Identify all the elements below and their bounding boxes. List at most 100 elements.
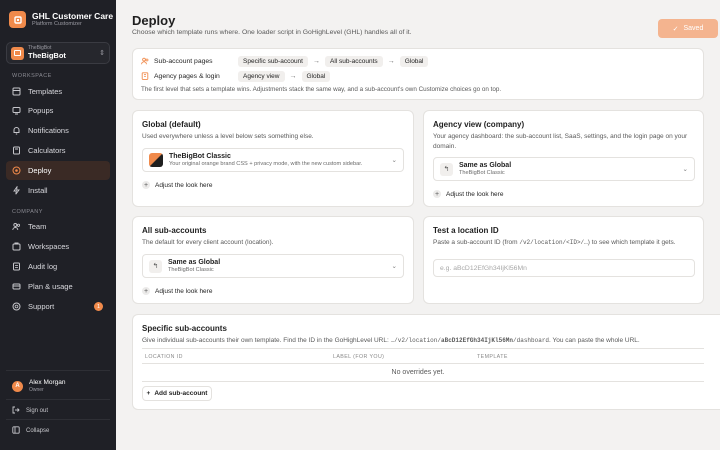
column-header-label: LABEL (FOR YOU) (333, 354, 385, 360)
global-template-select[interactable]: TheBigBot Classic Your original orange b… (142, 148, 404, 172)
check-icon: ✓ (672, 25, 679, 33)
flow-step: Global (399, 56, 429, 67)
plan-icon (12, 282, 21, 291)
sidebar-item-notifications[interactable]: Notifications (6, 121, 110, 140)
flow-step: Global (301, 71, 331, 82)
select-title: TheBigBot Classic (169, 152, 231, 160)
sidebar-divider (6, 370, 110, 371)
sidebar-item-label: Team (28, 222, 47, 231)
column-header-location-id: LOCATION ID (145, 354, 183, 360)
select-subtitle: Your original orange brand CSS + privacy… (169, 160, 363, 167)
bolt-icon (12, 186, 21, 195)
people-icon (141, 57, 149, 67)
chevron-down-icon: ⌄ (391, 263, 397, 270)
empty-state: No overrides yet. (391, 369, 445, 376)
agency-template-select[interactable]: ↰ Same as Global TheBigBot Classic ⌄ (433, 157, 695, 181)
collapse-label: Collapse (26, 428, 50, 434)
flow-step: Agency view (238, 71, 285, 82)
calculator-icon (12, 146, 21, 155)
card-title: All sub-accounts (142, 226, 207, 235)
card-description: Paste a sub-account ID (from /v2/locatio… (433, 239, 676, 246)
sidebar-item-calculators[interactable]: Calculators (6, 141, 110, 160)
sidebar-item-audit-log[interactable]: Audit log (6, 257, 110, 276)
add-sub-account-label: Add sub-account (154, 390, 208, 397)
collapse-button[interactable]: Collapse (12, 426, 49, 436)
flow-step: Specific sub-account (238, 56, 308, 67)
card-title: Global (default) (142, 120, 201, 129)
flow-step: All sub-accounts (324, 56, 383, 67)
inherit-arrow-icon: ↰ (149, 259, 162, 273)
sidebar-item-popups[interactable]: Popups (6, 101, 110, 120)
adjust-look-button[interactable]: + Adjust the look here (142, 287, 212, 295)
specific-sub-accounts-card: Specific sub-accounts Give individual su… (132, 314, 720, 410)
flow-row-label: Sub-account pages (154, 58, 213, 65)
brand-title: GHL Customer Care (32, 10, 114, 21)
select-subtitle: TheBigBot Classic (168, 266, 214, 273)
plus-icon: + (146, 390, 151, 397)
sidebar-item-label: Support (28, 302, 55, 311)
brand: GHL Customer Care Platform Customizer (9, 11, 113, 28)
adjust-look-label: Adjust the look here (446, 190, 504, 198)
brand-subtitle: Platform Customizer (32, 21, 82, 27)
add-sub-account-button[interactable]: + Add sub-account (142, 386, 212, 401)
table-divider (142, 363, 704, 364)
plus-icon: + (433, 190, 441, 198)
popups-icon (12, 106, 21, 115)
sidebar-divider (6, 419, 110, 420)
inherit-arrow-icon: ↰ (440, 162, 453, 176)
card-description: Used everywhere unless a level below set… (142, 133, 314, 140)
sidebar-item-install[interactable]: Install (6, 181, 110, 200)
adjust-look-label: Adjust the look here (155, 287, 213, 295)
chevron-updown-icon: ⇕ (99, 49, 105, 57)
location-switcher[interactable]: TheBigBot TheBigBot ⇕ (6, 42, 110, 64)
table-divider (142, 348, 704, 349)
agency-card: Agency view (company) Your agency dashbo… (423, 110, 704, 207)
support-count-badge: 1 (94, 302, 103, 311)
audit-icon (12, 262, 21, 271)
arrow-right-icon: → (387, 58, 395, 65)
flow-note: The first level that sets a template win… (141, 86, 502, 93)
plus-icon: + (142, 287, 150, 295)
arrow-right-icon: → (289, 73, 297, 80)
sidebar-item-label: Popups (28, 106, 54, 115)
resolution-order-card: Sub-account pages Specific sub-account →… (132, 48, 704, 100)
bell-icon (12, 126, 21, 135)
sidebar-item-label: Workspaces (28, 242, 70, 251)
sidebar-item-label: Audit log (28, 262, 58, 271)
adjust-look-label: Adjust the look here (155, 181, 213, 189)
sidebar-item-label: Install (28, 186, 48, 195)
templates-icon (12, 87, 21, 96)
url-code: /v2/location/<ID>/… (519, 239, 588, 246)
sidebar-item-support[interactable]: Support 1 (6, 297, 110, 316)
user-profile[interactable]: A Alex Morgan Owner (12, 379, 66, 393)
sign-out-button[interactable]: Sign out (12, 406, 48, 416)
sidebar-item-workspaces[interactable]: Workspaces (6, 237, 110, 256)
collapse-icon (12, 426, 20, 436)
select-title: Same as Global (459, 161, 512, 169)
sidebar-item-team[interactable]: Team (6, 217, 110, 236)
select-subtitle: TheBigBot Classic (459, 169, 505, 176)
location-id-input[interactable] (433, 259, 695, 277)
sidebar-item-label: Deploy (28, 166, 52, 175)
sidebar-item-label: Calculators (28, 146, 66, 155)
chevron-down-icon: ⌄ (682, 166, 688, 173)
company-section-label: COMPANY (12, 209, 43, 215)
adjust-look-button[interactable]: + Adjust the look here (142, 181, 212, 189)
all-sub-accounts-template-select[interactable]: ↰ Same as Global TheBigBot Classic ⌄ (142, 254, 404, 278)
sidebar-item-label: Templates (28, 87, 63, 96)
building-icon (141, 71, 149, 82)
card-description: The default for every client account (lo… (142, 239, 274, 246)
sidebar-item-label: Notifications (28, 126, 69, 135)
sign-out-icon (12, 406, 20, 416)
sidebar-item-plan-usage[interactable]: Plan & usage (6, 277, 110, 296)
sidebar-divider (6, 399, 110, 400)
table-divider (142, 381, 704, 382)
page-subtitle: Choose which template runs where. One lo… (132, 29, 412, 36)
user-name: Alex Morgan (29, 379, 66, 386)
adjust-look-button[interactable]: + Adjust the look here (433, 190, 503, 198)
sidebar-item-deploy[interactable]: Deploy (6, 161, 110, 180)
sidebar-item-templates[interactable]: Templates (6, 82, 110, 101)
sidebar-item-label: Plan & usage (28, 282, 73, 291)
avatar: A (12, 380, 23, 392)
saved-button[interactable]: ✓ Saved (658, 19, 718, 38)
